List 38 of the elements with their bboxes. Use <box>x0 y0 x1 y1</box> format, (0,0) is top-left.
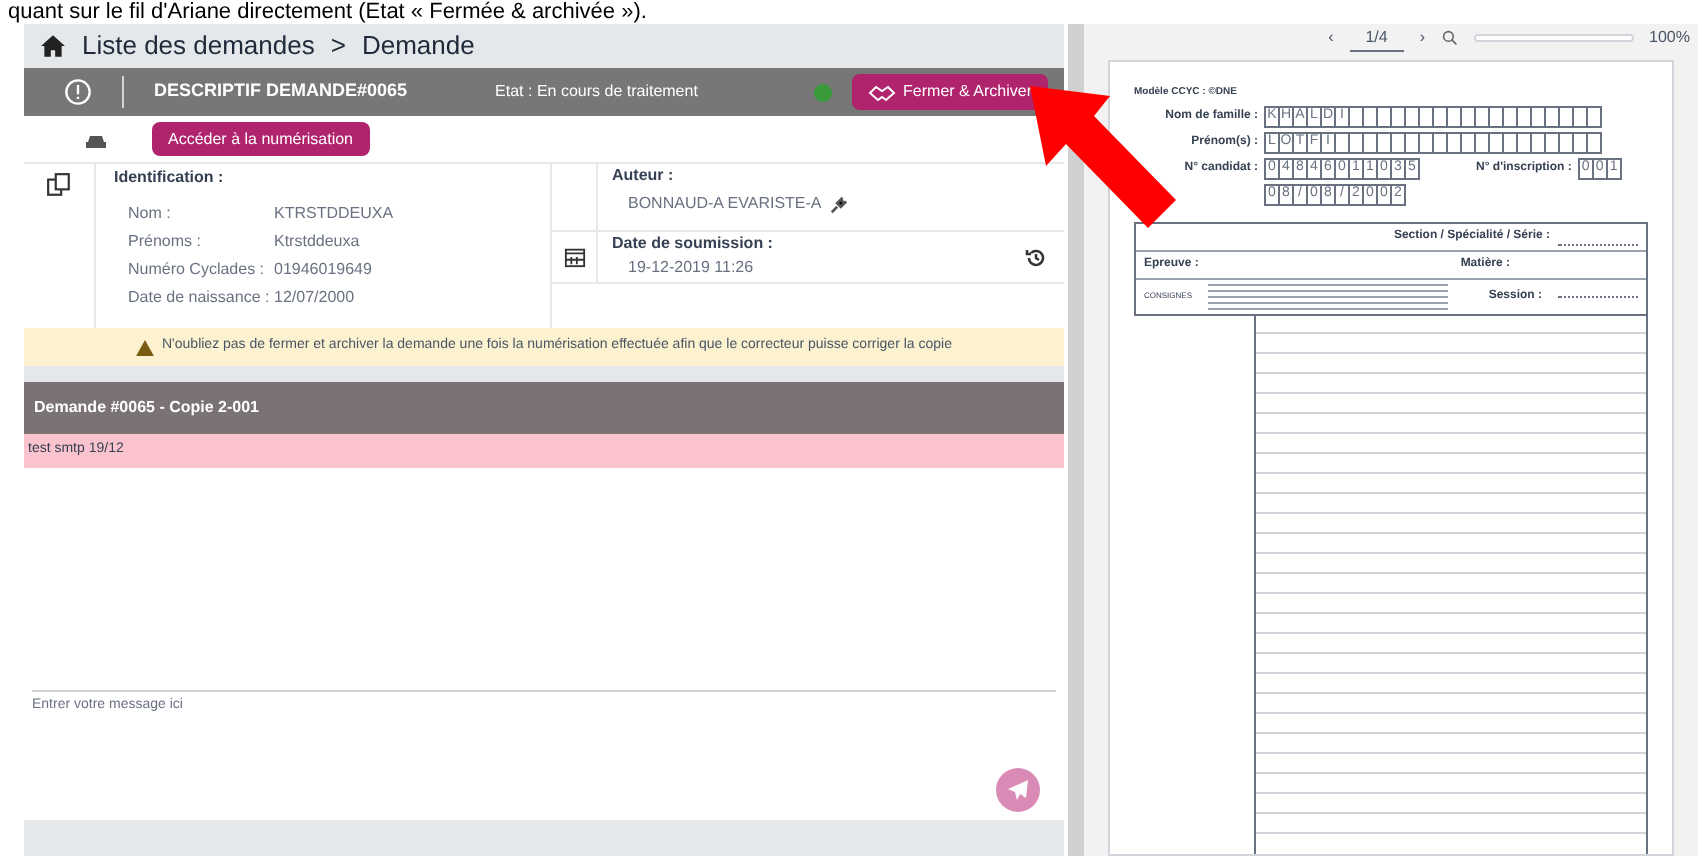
breadcrumb-separator: > <box>330 28 346 65</box>
header-title: DESCRIPTIF DEMANDE#0065 <box>154 78 408 105</box>
copy-icon <box>46 172 72 198</box>
breadcrumb-item[interactable]: Demande <box>361 26 475 66</box>
field-value: 01946019649 <box>274 258 372 282</box>
next-page-button[interactable]: › <box>1419 26 1426 50</box>
field-value: 12/07/2000 <box>274 286 355 310</box>
scan-button[interactable]: Accéder à la numérisation <box>152 122 369 156</box>
section-title: Auteur : <box>612 164 676 188</box>
breadcrumb-item[interactable]: Liste des demandes <box>82 26 315 66</box>
alert-icon <box>64 78 92 106</box>
section-title: Date de soumission : <box>612 232 773 256</box>
status-text: Etat : En cours de traitement <box>495 80 698 104</box>
plug-icon <box>829 195 848 213</box>
field-label: Date de naissance : <box>128 286 272 310</box>
field-label: Nom : <box>128 202 173 226</box>
field-value: KTRSTDDEUXA <box>274 202 394 226</box>
handshake-icon <box>867 83 896 101</box>
submission-date: 19-12-2019 11:26 <box>626 256 756 280</box>
author-name: BONNAUD-A EVARISTE-A <box>628 192 822 216</box>
close-archive-button[interactable]: Fermer & Archiver <box>851 74 1048 110</box>
warning-icon <box>136 339 154 355</box>
section-title: Identification : <box>114 166 226 190</box>
paper-plane-icon <box>1006 778 1030 802</box>
history-icon[interactable] <box>1024 245 1048 269</box>
previous-page-button[interactable]: ‹ <box>1328 26 1334 50</box>
field-label: Numéro Cyclades : <box>128 258 267 282</box>
field-label: Prénoms : <box>128 230 203 254</box>
scanner-icon <box>84 131 108 147</box>
thread-title: Demande #0065 - Copie 2-001 <box>34 396 259 420</box>
calendar-icon <box>563 246 585 268</box>
page-indicator: 1/4 <box>1349 25 1404 51</box>
zoom-icon[interactable] <box>1441 30 1458 46</box>
home-icon <box>40 34 66 58</box>
field-value: Ktrstddeuxa <box>274 230 360 254</box>
caption: quant sur le fil d'Ariane directement (Etat « Fermée & archivée »). <box>6 0 649 24</box>
zoom-level: 100% <box>1649 26 1690 50</box>
scrollbar[interactable] <box>1068 24 1084 856</box>
